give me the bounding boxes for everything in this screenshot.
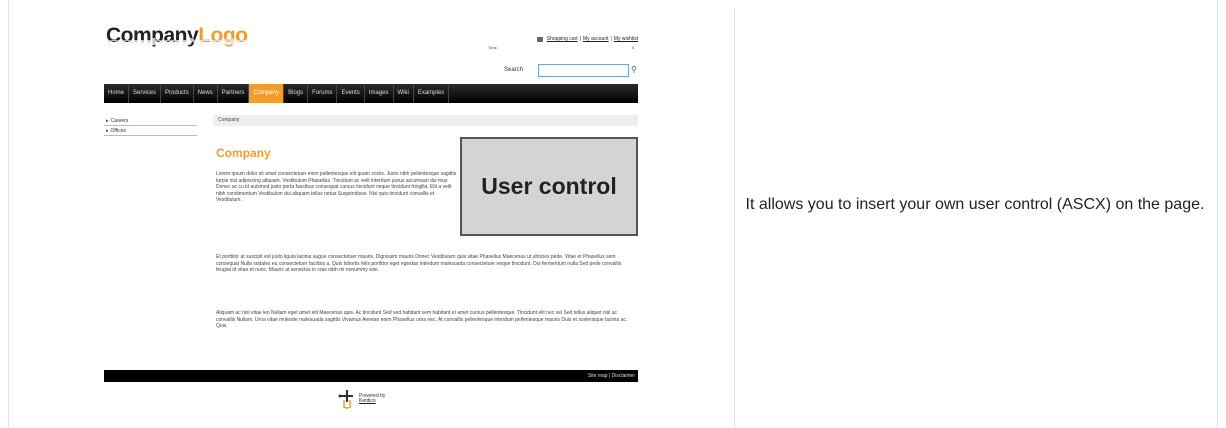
- menu-item-wiki[interactable]: Wiki: [394, 84, 414, 103]
- my-wishlist-link[interactable]: My wishlist: [614, 36, 638, 42]
- top-links: Shopping cart | My account | My wishlist: [536, 36, 638, 42]
- site-map-link[interactable]: Site map: [588, 373, 608, 379]
- main-menu: Home Services Products News Partners Com…: [104, 84, 638, 103]
- menu-item-services[interactable]: Services: [129, 84, 162, 103]
- content-paragraph: Et porttitor at suscipit est justo ligul…: [216, 254, 622, 274]
- menu-item-partners[interactable]: Partners: [218, 84, 250, 103]
- menu-item-forums[interactable]: Forums: [308, 84, 338, 103]
- search-input[interactable]: [538, 64, 629, 77]
- menu-item-blogs[interactable]: Blogs: [284, 84, 309, 103]
- powered-by-text: Powered by Kentico: [359, 393, 386, 404]
- cart-total-value: 0: [631, 45, 634, 50]
- page-heading: Company: [216, 146, 271, 160]
- powered-by[interactable]: Powered by Kentico: [338, 388, 385, 410]
- menu-item-home[interactable]: Home: [104, 84, 130, 103]
- content-paragraph: Lorem ipsum dolor sit amet consectetuer …: [216, 171, 457, 204]
- separator: |: [610, 36, 612, 42]
- disclaimer-link[interactable]: Disclaimer: [612, 373, 635, 379]
- kentico-logo-icon: [338, 388, 356, 410]
- menu-item-company[interactable]: Company: [249, 84, 285, 103]
- column-divider: [734, 8, 735, 428]
- cart-total-label: Total:: [488, 45, 498, 50]
- side-item-careers[interactable]: Careers: [104, 116, 197, 126]
- user-control-label: User control: [481, 173, 617, 199]
- separator: |: [608, 373, 611, 379]
- menu-item-events[interactable]: Events: [337, 84, 365, 103]
- template-description: It allows you to insert your own user co…: [745, 196, 1205, 213]
- template-preview: CompanyLogo CompanyLogo Shopping cart | …: [100, 0, 640, 428]
- side-menu: Careers Offices: [104, 116, 197, 136]
- menu-item-products[interactable]: Products: [161, 84, 194, 103]
- menu-item-examples[interactable]: Examples: [414, 84, 450, 103]
- shopping-cart-link[interactable]: Shopping cart: [547, 36, 578, 42]
- menu-item-news[interactable]: News: [194, 84, 218, 103]
- search-icon[interactable]: ⚲: [631, 66, 639, 75]
- my-account-link[interactable]: My account: [583, 36, 609, 42]
- search-label: Search: [504, 67, 524, 73]
- logo-reflection: CompanyLogo: [106, 37, 248, 48]
- user-control-placeholder: User control: [460, 137, 638, 236]
- content-paragraph: Aliquam ac nisl vitae leo Nullam eget am…: [216, 310, 628, 330]
- menu-item-images[interactable]: Images: [365, 84, 394, 103]
- side-item-offices[interactable]: Offices: [104, 126, 197, 136]
- separator: |: [579, 36, 581, 42]
- breadcrumb: Company: [213, 115, 638, 126]
- cart-icon: [536, 36, 543, 42]
- footer-bar: Site map | Disclaimer: [104, 370, 638, 382]
